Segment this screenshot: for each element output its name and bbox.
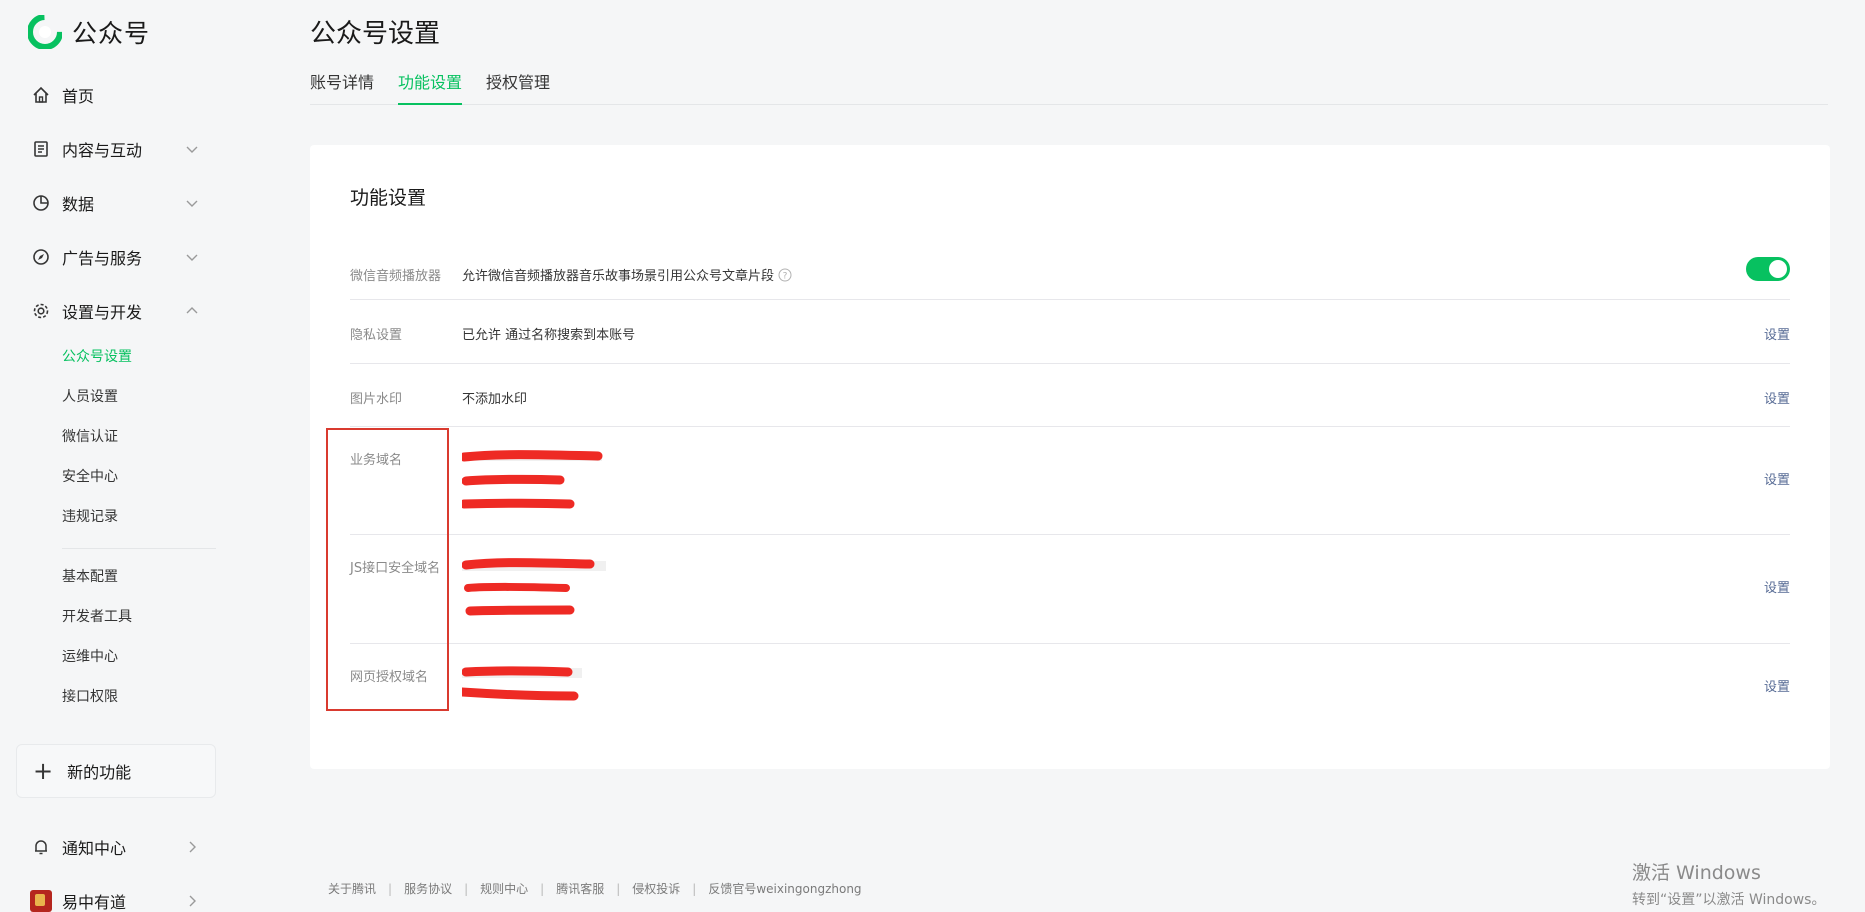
footer-link-rules-center[interactable]: 规则中心 [480,880,528,897]
card-title: 功能设置 [350,187,427,209]
footer-link-customer-service[interactable]: 腾讯客服 [556,880,604,897]
sidebar-item-account-settings[interactable]: 公众号设置 [62,346,132,368]
row-label: 图片水印 [350,392,403,407]
footer-separator: | [616,881,621,896]
tab-bar: 账号详情 功能设置 授权管理 [310,70,1828,105]
row-audio-player: 微信音频播放器 允许微信音频播放器音乐故事场景引用公众号文章片段 ? [350,245,1790,300]
chevron-right-icon [189,895,196,907]
svg-text:?: ? [783,271,788,281]
nav-ads[interactable]: 广告与服务 [30,241,200,273]
tab-authorization[interactable]: 授权管理 [486,70,550,105]
business-domain-set-link[interactable]: 设置 [1764,469,1790,488]
plus-icon: + [33,757,54,785]
row-value: 允许微信音频播放器音乐故事场景引用公众号文章片段 [462,269,775,284]
row-value-wrap: 允许微信音频播放器音乐故事场景引用公众号文章片段 ? [462,265,792,284]
avatar [30,890,52,912]
new-feature-button[interactable]: + 新的功能 [16,744,216,798]
watermark-set-link[interactable]: 设置 [1764,388,1790,407]
nav-data-label: 数据 [62,195,95,214]
footer: 关于腾讯 | 服务协议 | 规则中心 | 腾讯客服 | 侵权投诉 | 反馈官号w… [328,880,862,897]
privacy-set-link[interactable]: 设置 [1764,324,1790,343]
audio-player-toggle[interactable] [1746,257,1790,281]
redacted-domains [462,558,606,616]
row-label: 微信音频播放器 [350,269,442,284]
nav-home[interactable]: 首页 [30,79,200,111]
footer-link-service-agreement[interactable]: 服务协议 [404,880,452,897]
row-label: 网页授权域名 [350,670,429,685]
settings-card: 功能设置 微信音频播放器 允许微信音频播放器音乐故事场景引用公众号文章片段 ? … [310,145,1830,769]
nav-content-label: 内容与互动 [62,141,143,160]
row-label: 隐私设置 [350,328,403,343]
tab-function-settings[interactable]: 功能设置 [398,70,463,105]
nav-notifications[interactable]: 通知中心 [30,831,200,863]
tab-account-details[interactable]: 账号详情 [310,70,374,105]
row-value: 已允许 通过名称搜索到本账号 [462,328,636,343]
js-domain-set-link[interactable]: 设置 [1764,577,1790,596]
nav-content[interactable]: 内容与互动 [30,133,200,165]
chevron-right-icon [189,841,196,853]
nav-data[interactable]: 数据 [30,187,200,219]
sidebar-item-basic-config[interactable]: 基本配置 [62,566,118,588]
home-icon [30,84,52,106]
sidebar-item-ops-center[interactable]: 运维中心 [62,646,118,668]
row-label: JS接口安全域名 [350,561,441,576]
chevron-up-icon [186,307,198,314]
question-icon[interactable]: ? [778,268,792,282]
app-root: 公众号 首页 内容与互动 数据 广告与服务 设置与开发 公众号设置 人员设置 微… [0,0,1865,912]
sidebar-item-security-center[interactable]: 安全中心 [62,466,118,488]
logo-text: 公众号 [72,19,151,48]
sidebar-item-wechat-verify[interactable]: 微信认证 [62,426,118,448]
nav-account-label: 易中有道 [62,893,127,912]
nav-account[interactable]: 易中有道 [30,885,200,912]
row-label: 业务域名 [350,453,403,468]
chevron-down-icon [186,200,198,207]
row-js-domain: JS接口安全域名 设置 [350,535,1790,644]
nav-settings[interactable]: 设置与开发 [30,295,200,327]
row-value: 不添加水印 [462,392,528,407]
account-avatar-wrap [30,890,52,912]
compass-icon [30,246,52,268]
redacted-domains [462,666,582,701]
sidebar-item-api-permissions[interactable]: 接口权限 [62,686,118,708]
chevron-down-icon [186,254,198,261]
footer-separator: | [540,881,545,896]
pie-chart-icon [30,192,52,214]
footer-link-feedback[interactable]: 反馈官号weixingongzhong [708,880,861,897]
new-feature-label: 新的功能 [67,763,132,782]
sidebar-item-staff-settings[interactable]: 人员设置 [62,386,118,408]
footer-separator: | [388,881,393,896]
row-web-auth-domain: 网页授权域名 设置 [350,644,1790,734]
logo[interactable]: 公众号 [28,14,150,50]
sidebar-item-violation-records[interactable]: 违规记录 [62,506,118,528]
sidebar-item-dev-tools[interactable]: 开发者工具 [62,606,132,628]
footer-link-about[interactable]: 关于腾讯 [328,880,376,897]
redacted-domains [462,450,603,509]
footer-separator: | [692,881,697,896]
chevron-down-icon [186,146,198,153]
row-watermark: 图片水印 不添加水印 设置 [350,364,1790,427]
windows-activation-watermark: 激活 Windows 转到“设置”以激活 Windows。 [1632,858,1825,909]
gear-icon [30,300,52,322]
sidebar: 公众号 首页 内容与互动 数据 广告与服务 设置与开发 公众号设置 人员设置 微… [0,0,236,912]
footer-separator: | [464,881,469,896]
toggle-knob [1769,260,1787,278]
wechat-official-logo-icon [28,15,62,49]
nav-ads-label: 广告与服务 [62,249,143,268]
watermark-line2: 转到“设置”以激活 Windows。 [1632,892,1826,908]
nav-notifications-label: 通知中心 [62,839,127,858]
row-business-domain: 业务域名 设置 [350,427,1790,535]
row-privacy: 隐私设置 已允许 通过名称搜索到本账号 设置 [350,300,1790,364]
page-title: 公众号设置 [310,19,441,49]
web-auth-domain-set-link[interactable]: 设置 [1764,676,1790,695]
footer-link-infringement[interactable]: 侵权投诉 [632,880,680,897]
nav-home-label: 首页 [62,87,95,106]
bell-icon [30,836,52,858]
nav-settings-label: 设置与开发 [62,303,143,322]
watermark-line1: 激活 Windows [1632,862,1761,884]
sidebar-divider [62,548,216,549]
document-icon [30,138,52,160]
